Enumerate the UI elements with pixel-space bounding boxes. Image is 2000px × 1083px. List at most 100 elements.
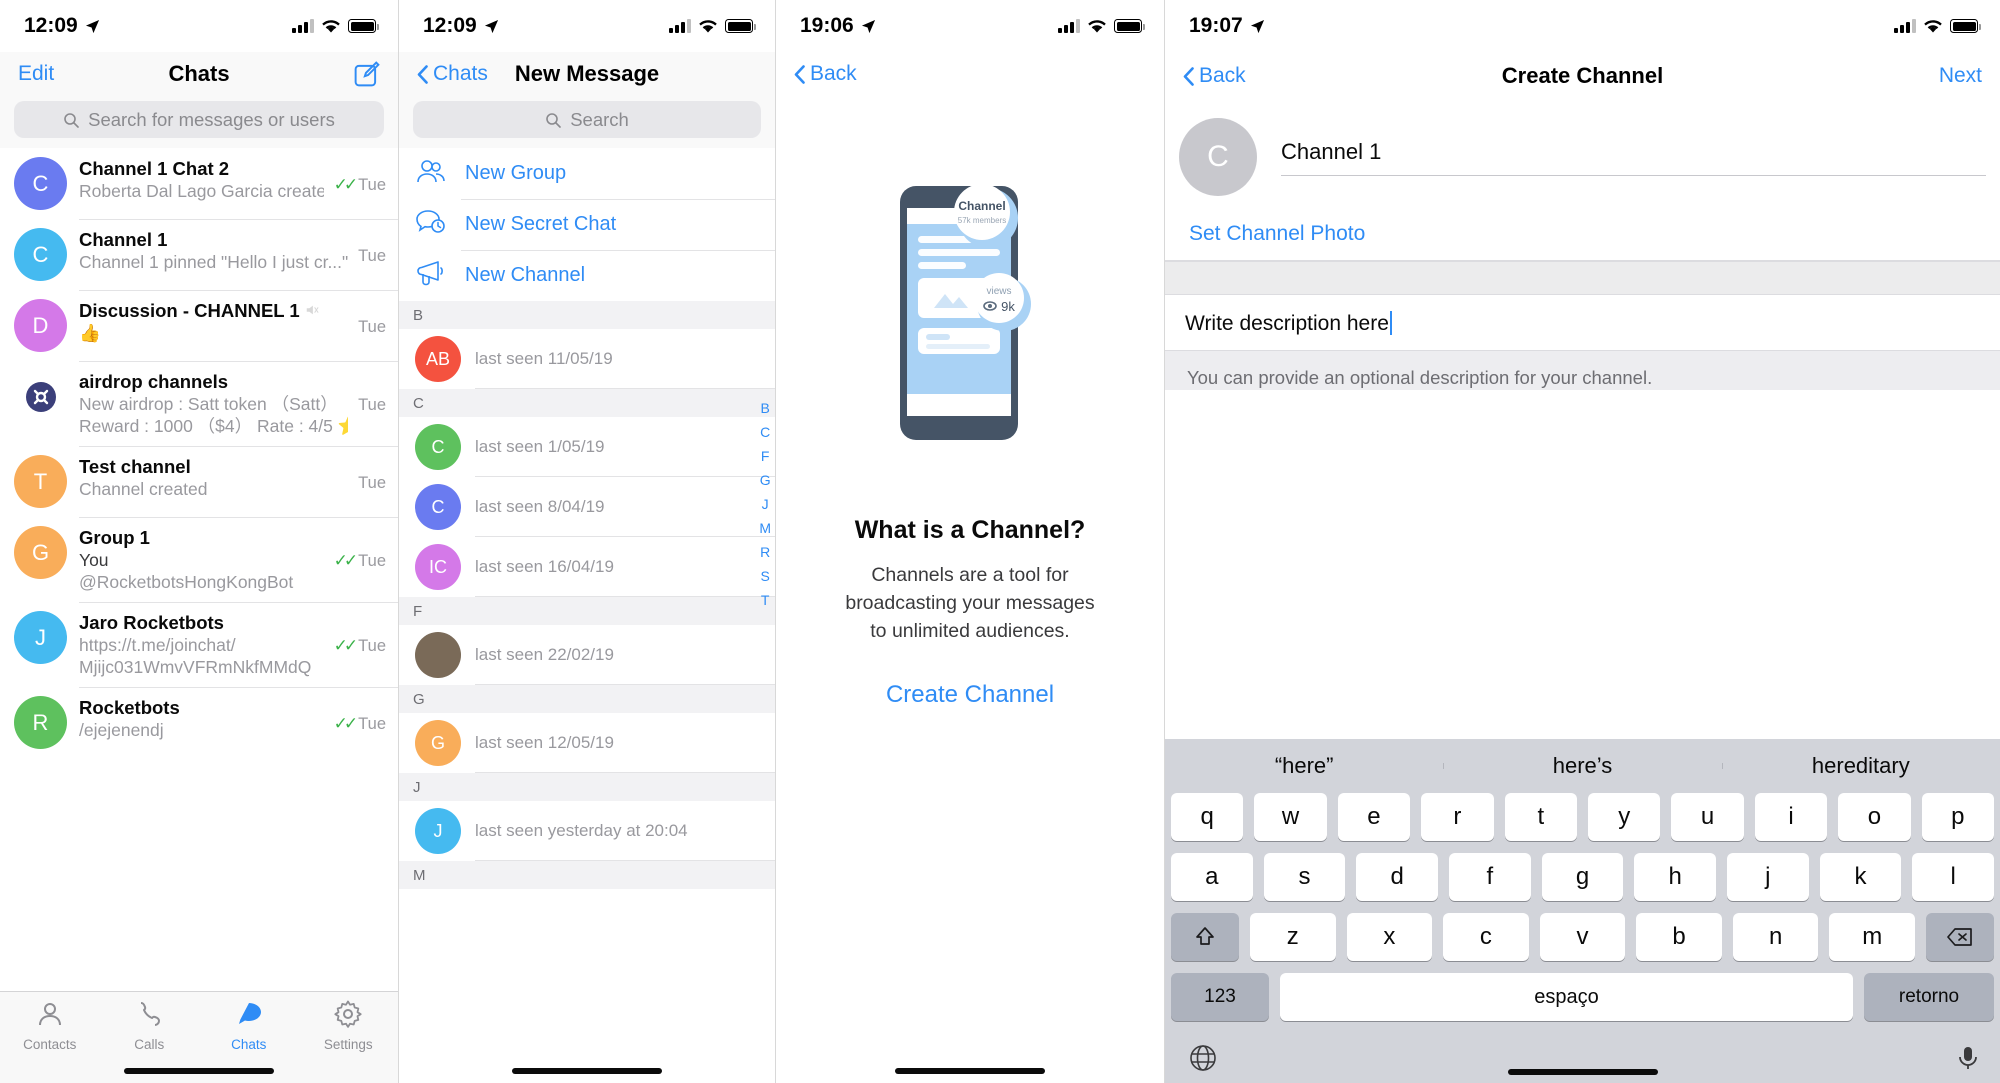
microphone-icon[interactable]	[1954, 1044, 1982, 1072]
chat-list-item[interactable]: G Group 1 You @RocketbotsHongKongBot ✓✓ Tue	[0, 517, 398, 602]
keyboard-suggestion[interactable]: “here”	[1165, 753, 1443, 779]
key-z[interactable]: z	[1249, 913, 1336, 961]
chat-subtitle: Channel 1 pinned "Hello I just cr..."	[79, 252, 349, 272]
alpha-index-T[interactable]: T	[761, 592, 770, 608]
avatar: G	[415, 720, 461, 766]
action-new-channel[interactable]: New Channel	[399, 250, 775, 301]
alpha-index-C[interactable]: C	[760, 424, 770, 440]
edit-button[interactable]: Edit	[18, 62, 54, 86]
panel-chats: 12:09 Edit Chats Search for messages or …	[0, 0, 399, 1083]
chat-list-item[interactable]: T Test channel Channel created Tue	[0, 446, 398, 517]
status-time: 19:07	[1189, 14, 1243, 37]
key-g[interactable]: g	[1541, 853, 1624, 901]
contact-list-item[interactable]: IC last seen 16/04/19	[399, 537, 775, 597]
read-tick-icon: ✓✓	[333, 175, 358, 194]
key-c[interactable]: c	[1443, 913, 1529, 961]
key-b[interactable]: b	[1636, 913, 1722, 961]
cellular-signal-icon	[292, 19, 314, 33]
keyboard-suggestion[interactable]: hereditary	[1721, 753, 2000, 779]
contact-list-item[interactable]: last seen 22/02/19	[399, 625, 775, 685]
contact-list-item[interactable]: Clast seen 1/05/19	[399, 417, 775, 477]
create-channel-button[interactable]: Create Channel	[886, 681, 1054, 709]
tab-chats[interactable]: Chats	[199, 999, 299, 1052]
back-button[interactable]: Back	[1183, 64, 1246, 88]
alpha-index-F[interactable]: F	[761, 448, 770, 464]
keyboard-suggestion[interactable]: here’s	[1443, 753, 1721, 779]
wifi-icon	[1088, 19, 1106, 32]
contact-list-item[interactable]: Glast seen 12/05/19	[399, 713, 775, 773]
compose-icon[interactable]	[354, 61, 380, 87]
key-m[interactable]: m	[1829, 913, 1916, 961]
chevron-left-icon	[417, 64, 428, 84]
return-key[interactable]: retorno	[1864, 973, 1994, 1021]
key-y[interactable]: y	[1588, 793, 1661, 841]
chat-list-item[interactable]: D Discussion - CHANNEL 1 👍 Tue	[0, 290, 398, 361]
section-header: G	[399, 685, 775, 713]
key-u[interactable]: u	[1671, 793, 1744, 841]
tab-settings[interactable]: Settings	[299, 999, 399, 1052]
alpha-index-G[interactable]: G	[760, 472, 771, 488]
key-f[interactable]: f	[1449, 853, 1531, 901]
contact-list-item[interactable]: Jlast seen yesterday at 20:04	[399, 801, 775, 861]
tab-contacts[interactable]: Contacts	[0, 999, 100, 1052]
chat-list-item[interactable]: R Rocketbots/ejejenendj ✓✓ Tue	[0, 687, 398, 758]
tab-label: Settings	[323, 1037, 373, 1052]
key-k[interactable]: k	[1819, 853, 1902, 901]
chat-list-item[interactable]: C Channel 1 Chat 2 Roberta Dal Lago Garcia…	[0, 148, 398, 219]
chat-list-item[interactable]: C Channel 1 Channel 1 pinned "Hello I just…	[0, 219, 398, 290]
key-q[interactable]: q	[1170, 793, 1244, 841]
key-w[interactable]: w	[1254, 793, 1327, 841]
alpha-index-J[interactable]: J	[762, 496, 769, 512]
key-t[interactable]: t	[1504, 793, 1577, 841]
section-header: B	[399, 301, 775, 329]
space-key[interactable]: espaço	[1280, 973, 1853, 1021]
key-a[interactable]: a	[1170, 853, 1253, 901]
alpha-index-S[interactable]: S	[760, 568, 769, 584]
key-p[interactable]: p	[1921, 793, 1995, 841]
contact-list-item[interactable]: AB last seen 11/05/19	[399, 329, 775, 389]
action-new-group[interactable]: New Group	[399, 148, 775, 199]
key-h[interactable]: h	[1634, 853, 1717, 901]
action-label: New Channel	[465, 264, 586, 286]
chat-list-item[interactable]: J Jaro Rocketbots https://t.me/joinchat/Mj…	[0, 602, 398, 687]
alpha-index-R[interactable]: R	[760, 544, 770, 560]
home-indicator	[895, 1068, 1045, 1074]
shift-key[interactable]	[1170, 913, 1239, 961]
status-bar-2: 12:09	[399, 0, 775, 52]
key-n[interactable]: n	[1732, 913, 1819, 961]
backspace-key[interactable]	[1926, 913, 1995, 961]
numeric-key[interactable]: 123	[1171, 973, 1269, 1021]
channel-avatar[interactable]: C	[1179, 118, 1257, 196]
key-j[interactable]: j	[1727, 853, 1809, 901]
key-o[interactable]: o	[1838, 793, 1911, 841]
key-s[interactable]: s	[1263, 853, 1346, 901]
back-button[interactable]: Back	[794, 62, 857, 86]
key-i[interactable]: i	[1754, 793, 1828, 841]
channel-intro-title: What is a Channel?	[854, 516, 1086, 544]
alpha-index-B[interactable]: B	[760, 400, 769, 416]
key-e[interactable]: e	[1337, 793, 1411, 841]
search-input[interactable]: Search	[413, 101, 761, 138]
cellular-signal-icon	[1894, 19, 1916, 33]
key-x[interactable]: x	[1346, 913, 1433, 961]
key-d[interactable]: d	[1356, 853, 1438, 901]
back-to-chats-button[interactable]: Chats	[417, 62, 488, 86]
alpha-index-M[interactable]: M	[759, 520, 771, 536]
key-r[interactable]: r	[1421, 793, 1494, 841]
key-v[interactable]: v	[1539, 913, 1626, 961]
tab-calls[interactable]: Calls	[100, 999, 200, 1052]
set-channel-photo-button[interactable]: Set Channel Photo	[1165, 210, 2000, 261]
avatar: C	[14, 228, 67, 281]
channel-description-input[interactable]: Write description here	[1165, 295, 2000, 351]
next-button[interactable]: Next	[1939, 64, 1982, 88]
contact-list-item[interactable]: Clast seen 8/04/19	[399, 477, 775, 537]
alphabet-index[interactable]: BCFGJMRST	[759, 400, 771, 608]
channel-name-input[interactable]: Channel 1	[1281, 139, 1986, 165]
key-l[interactable]: l	[1912, 853, 1995, 901]
globe-icon[interactable]	[1189, 1044, 1217, 1072]
search-input[interactable]: Search for messages or users	[14, 101, 384, 138]
chat-subtitle: Roberta Dal Lago Garcia created the gr..…	[79, 181, 324, 201]
action-new-secret-chat[interactable]: New Secret Chat	[399, 199, 775, 250]
battery-icon	[1114, 19, 1145, 33]
chat-list-item[interactable]: airdrop channels New airdrop : Satt token…	[0, 361, 398, 446]
